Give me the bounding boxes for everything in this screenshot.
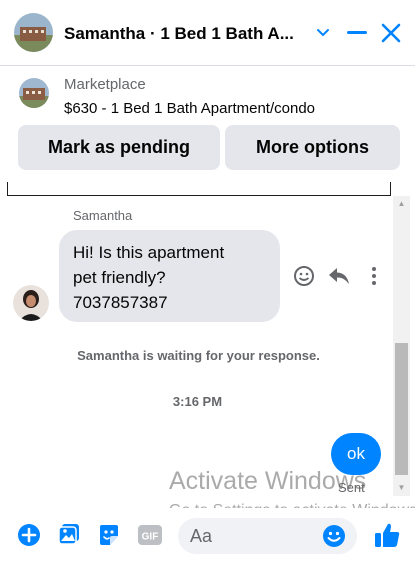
message-list: Samantha Hi! Is this apartment pet frien… xyxy=(0,196,395,508)
scrollbar[interactable]: ▲ ▼ xyxy=(393,196,410,496)
chat-window: Samantha · 1 Bed 1 Bath A... Marketplace… xyxy=(0,0,415,570)
chat-header: Samantha · 1 Bed 1 Bath A... xyxy=(0,0,415,66)
scroll-down-arrow[interactable]: ▼ xyxy=(396,482,407,493)
gif-icon[interactable]: GIF xyxy=(136,522,164,548)
sticker-icon[interactable] xyxy=(96,522,122,548)
emoji-icon[interactable] xyxy=(322,524,346,548)
scroll-up-arrow[interactable]: ▲ xyxy=(396,198,407,209)
message-input[interactable]: Aa xyxy=(178,518,357,554)
plus-icon[interactable] xyxy=(16,522,42,548)
message-line: Hi! Is this apartment xyxy=(73,243,225,262)
listing-thumbnail[interactable] xyxy=(19,78,49,108)
header-avatar[interactable] xyxy=(14,13,53,52)
minimize-icon[interactable] xyxy=(342,18,372,48)
chat-title[interactable]: Samantha · 1 Bed 1 Bath A... xyxy=(64,24,304,44)
marketplace-panel: Marketplace $630 - 1 Bed 1 Bath Apartmen… xyxy=(0,66,415,182)
divider xyxy=(7,182,391,196)
photo-icon[interactable] xyxy=(56,521,82,547)
gif-label: GIF xyxy=(142,532,159,543)
mark-as-pending-button[interactable]: Mark as pending xyxy=(18,125,220,170)
incoming-message-bubble[interactable]: Hi! Is this apartment pet friendly? 7037… xyxy=(59,230,280,322)
close-icon[interactable] xyxy=(376,18,406,48)
chevron-down-icon[interactable] xyxy=(308,18,338,48)
more-options-button[interactable]: More options xyxy=(225,125,400,170)
sender-name: Samantha xyxy=(73,208,133,223)
message-composer: GIF Aa xyxy=(0,508,415,570)
marketplace-label: Marketplace xyxy=(64,76,146,93)
more-options-icon[interactable] xyxy=(362,264,386,288)
sender-avatar[interactable] xyxy=(13,285,49,321)
waiting-notice: Samantha is waiting for your response. xyxy=(77,348,320,363)
scroll-thumb[interactable] xyxy=(395,343,408,475)
listing-title[interactable]: $630 - 1 Bed 1 Bath Apartment/condo xyxy=(64,100,315,117)
reply-icon[interactable] xyxy=(327,264,351,288)
outgoing-message-bubble[interactable]: ok xyxy=(331,433,381,475)
smiley-icon[interactable] xyxy=(292,264,316,288)
delivery-status: Sent xyxy=(338,480,365,495)
like-icon[interactable] xyxy=(372,520,402,550)
message-line: 7037857387 xyxy=(73,293,168,312)
message-input-placeholder: Aa xyxy=(190,526,213,546)
message-line: pet friendly? xyxy=(73,268,166,287)
message-timestamp: 3:16 PM xyxy=(172,394,223,409)
